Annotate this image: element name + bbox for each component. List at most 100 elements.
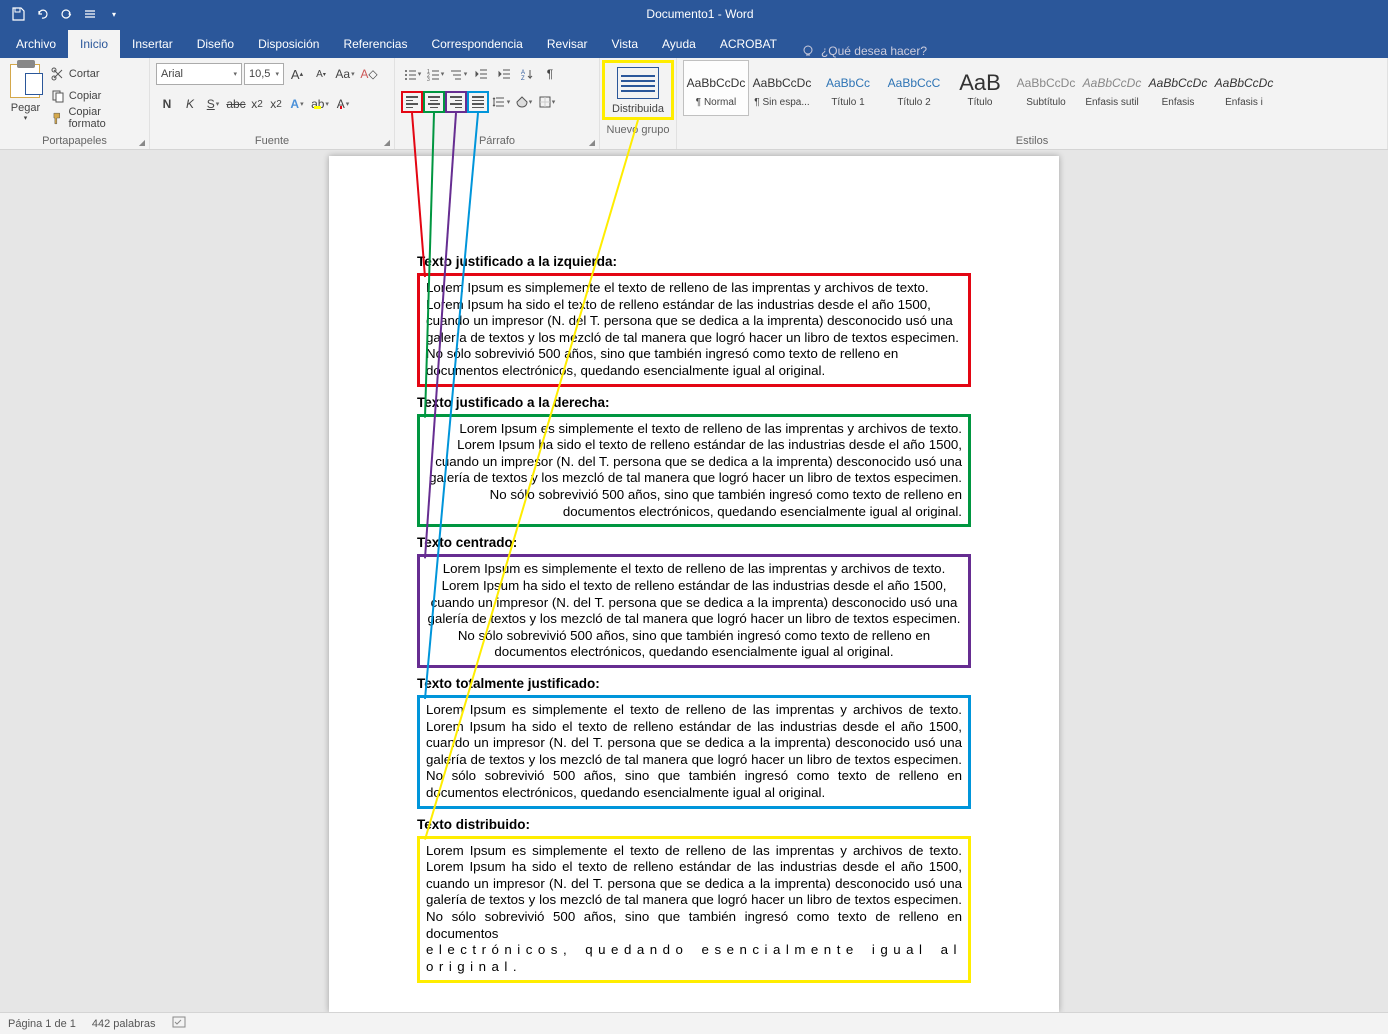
clear-format-button[interactable]: A◇ xyxy=(358,63,380,85)
quick-access-toolbar: ▾ xyxy=(0,4,132,24)
align-left-button[interactable] xyxy=(401,91,423,113)
tab-referencias[interactable]: Referencias xyxy=(331,30,419,58)
style-ttulo1[interactable]: AaBbCcTítulo 1 xyxy=(815,60,881,116)
group-font: Arial▾ 10,5▾ A▴ A▾ Aa▾ A◇ N K S▾ abc x2 … xyxy=(150,58,395,149)
svg-text:3: 3 xyxy=(427,77,430,81)
spellcheck-icon[interactable] xyxy=(172,1015,188,1032)
tab-diseno[interactable]: Diseño xyxy=(185,30,246,58)
increase-indent-button[interactable] xyxy=(493,63,515,85)
status-words[interactable]: 442 palabras xyxy=(92,1018,156,1030)
style-ttulo2[interactable]: AaBbCcCTítulo 2 xyxy=(881,60,947,116)
document-page: Texto justificado a la izquierda: Lorem … xyxy=(329,156,1059,1012)
distribute-button[interactable]: Distribuida xyxy=(602,60,674,120)
tab-inicio[interactable]: Inicio xyxy=(68,30,120,58)
style-normal[interactable]: AaBbCcDc¶ Normal xyxy=(683,60,749,116)
paste-label: Pegar xyxy=(11,102,40,114)
status-page[interactable]: Página 1 de 1 xyxy=(8,1018,76,1030)
underline-button[interactable]: S▾ xyxy=(202,93,224,115)
redo-icon[interactable] xyxy=(56,4,76,24)
tab-ayuda[interactable]: Ayuda xyxy=(650,30,708,58)
save-icon[interactable] xyxy=(8,4,28,24)
paste-icon xyxy=(10,64,40,98)
strike-button[interactable]: abc xyxy=(225,93,247,115)
font-color-button[interactable]: A▾ xyxy=(332,93,354,115)
status-bar: Página 1 de 1 442 palabras xyxy=(0,1012,1388,1034)
group-styles: AaBbCcDc¶ NormalAaBbCcDc¶ Sin espa...AaB… xyxy=(677,58,1388,149)
font-name-select[interactable]: Arial▾ xyxy=(156,63,242,85)
copy-icon xyxy=(51,89,65,103)
numbering-button[interactable]: 123▾ xyxy=(424,63,446,85)
tell-me-label: ¿Qué desea hacer? xyxy=(821,44,927,58)
group-clipboard: Pegar ▾ Cortar Copiar Copiar formato Por… xyxy=(0,58,150,149)
group-paragraph: ▾ 123▾ ▾ AZ ¶ ▾ ▾ ▾ Párrafo ◢ xyxy=(395,58,600,149)
distribute-label: Distribuida xyxy=(612,103,664,115)
copy-button[interactable]: Copiar xyxy=(47,86,143,106)
tab-acrobat[interactable]: ACROBAT xyxy=(708,30,789,58)
paragraph-right-aligned[interactable]: Lorem Ipsum es simplemente el texto de r… xyxy=(417,414,971,528)
superscript-button[interactable]: x2 xyxy=(267,93,285,115)
tell-me-search[interactable]: ¿Qué desea hacer? xyxy=(789,44,939,58)
tab-revisar[interactable]: Revisar xyxy=(535,30,600,58)
style-subttulo[interactable]: AaBbCcDcSubtítulo xyxy=(1013,60,1079,116)
show-marks-button[interactable]: ¶ xyxy=(539,63,561,85)
distribute-icon xyxy=(617,67,659,99)
svg-text:Z: Z xyxy=(521,76,525,81)
styles-group-label: Estilos xyxy=(683,133,1381,149)
undo-icon[interactable] xyxy=(32,4,52,24)
paragraph-justified[interactable]: Lorem Ipsum es simplemente el texto de r… xyxy=(417,695,971,809)
tab-archivo[interactable]: Archivo xyxy=(4,30,68,58)
bullets-button[interactable]: ▾ xyxy=(401,63,423,85)
clipboard-group-label: Portapapeles xyxy=(6,133,143,149)
tab-disposicion[interactable]: Disposición xyxy=(246,30,331,58)
line-spacing-button[interactable]: ▾ xyxy=(490,91,512,113)
change-case-button[interactable]: Aa▾ xyxy=(334,63,356,85)
format-painter-button[interactable]: Copiar formato xyxy=(47,108,143,128)
style-sinespa[interactable]: AaBbCcDc¶ Sin espa... xyxy=(749,60,815,116)
tab-vista[interactable]: Vista xyxy=(600,30,650,58)
paragraph-launcher-icon[interactable]: ◢ xyxy=(589,138,595,147)
copy-label: Copiar xyxy=(69,90,101,102)
scissors-icon xyxy=(51,67,65,81)
align-center-button[interactable] xyxy=(423,91,445,113)
ribbon-tabs: Archivo Inicio Insertar Diseño Disposici… xyxy=(0,28,1388,58)
multilevel-button[interactable]: ▾ xyxy=(447,63,469,85)
styles-gallery[interactable]: AaBbCcDc¶ NormalAaBbCcDc¶ Sin espa...AaB… xyxy=(683,60,1277,124)
sort-button[interactable]: AZ xyxy=(516,63,538,85)
paragraph-distributed[interactable]: Lorem Ipsum es simplemente el texto de r… xyxy=(417,836,971,983)
style-nfasissutil[interactable]: AaBbCcDcÉnfasis sutil xyxy=(1079,60,1145,116)
qat-dropdown-icon[interactable]: ▾ xyxy=(104,4,124,24)
shrink-font-button[interactable]: A▾ xyxy=(310,63,332,85)
clipboard-launcher-icon[interactable]: ◢ xyxy=(139,138,145,147)
paragraph-centered[interactable]: Lorem Ipsum es simplemente el texto de r… xyxy=(417,554,971,668)
bold-button[interactable]: N xyxy=(156,93,178,115)
text-effects-button[interactable]: A▾ xyxy=(286,93,308,115)
highlight-button[interactable]: ab▾ xyxy=(309,93,331,115)
font-size-select[interactable]: 10,5▾ xyxy=(244,63,284,85)
font-group-label: Fuente xyxy=(156,133,388,149)
style-nfasis[interactable]: AaBbCcDcÉnfasis xyxy=(1145,60,1211,116)
brush-icon xyxy=(51,111,65,125)
cut-button[interactable]: Cortar xyxy=(47,64,143,84)
grow-font-button[interactable]: A▴ xyxy=(286,63,308,85)
italic-button[interactable]: K xyxy=(179,93,201,115)
list-icon[interactable] xyxy=(80,4,100,24)
style-ttulo[interactable]: AaBTítulo xyxy=(947,60,1013,116)
subscript-button[interactable]: x2 xyxy=(248,93,266,115)
heading-left: Texto justificado a la izquierda: xyxy=(417,254,971,269)
tab-correspondencia[interactable]: Correspondencia xyxy=(419,30,534,58)
paste-button[interactable]: Pegar ▾ xyxy=(6,60,45,122)
paragraph-group-label: Párrafo xyxy=(401,133,593,149)
font-launcher-icon[interactable]: ◢ xyxy=(384,138,390,147)
heading-center: Texto centrado: xyxy=(417,535,971,550)
shading-button[interactable]: ▾ xyxy=(513,91,535,113)
ribbon: Pegar ▾ Cortar Copiar Copiar formato Por… xyxy=(0,58,1388,150)
borders-button[interactable]: ▾ xyxy=(536,91,558,113)
paragraph-left-aligned[interactable]: Lorem Ipsum es simplemente el texto de r… xyxy=(417,273,971,387)
align-justify-button[interactable] xyxy=(467,91,489,113)
format-painter-label: Copiar formato xyxy=(68,106,139,130)
decrease-indent-button[interactable] xyxy=(470,63,492,85)
document-workspace[interactable]: Texto justificado a la izquierda: Lorem … xyxy=(0,150,1388,1012)
tab-insertar[interactable]: Insertar xyxy=(120,30,185,58)
align-right-button[interactable] xyxy=(445,91,467,113)
style-nfasisi[interactable]: AaBbCcDcÉnfasis i xyxy=(1211,60,1277,116)
